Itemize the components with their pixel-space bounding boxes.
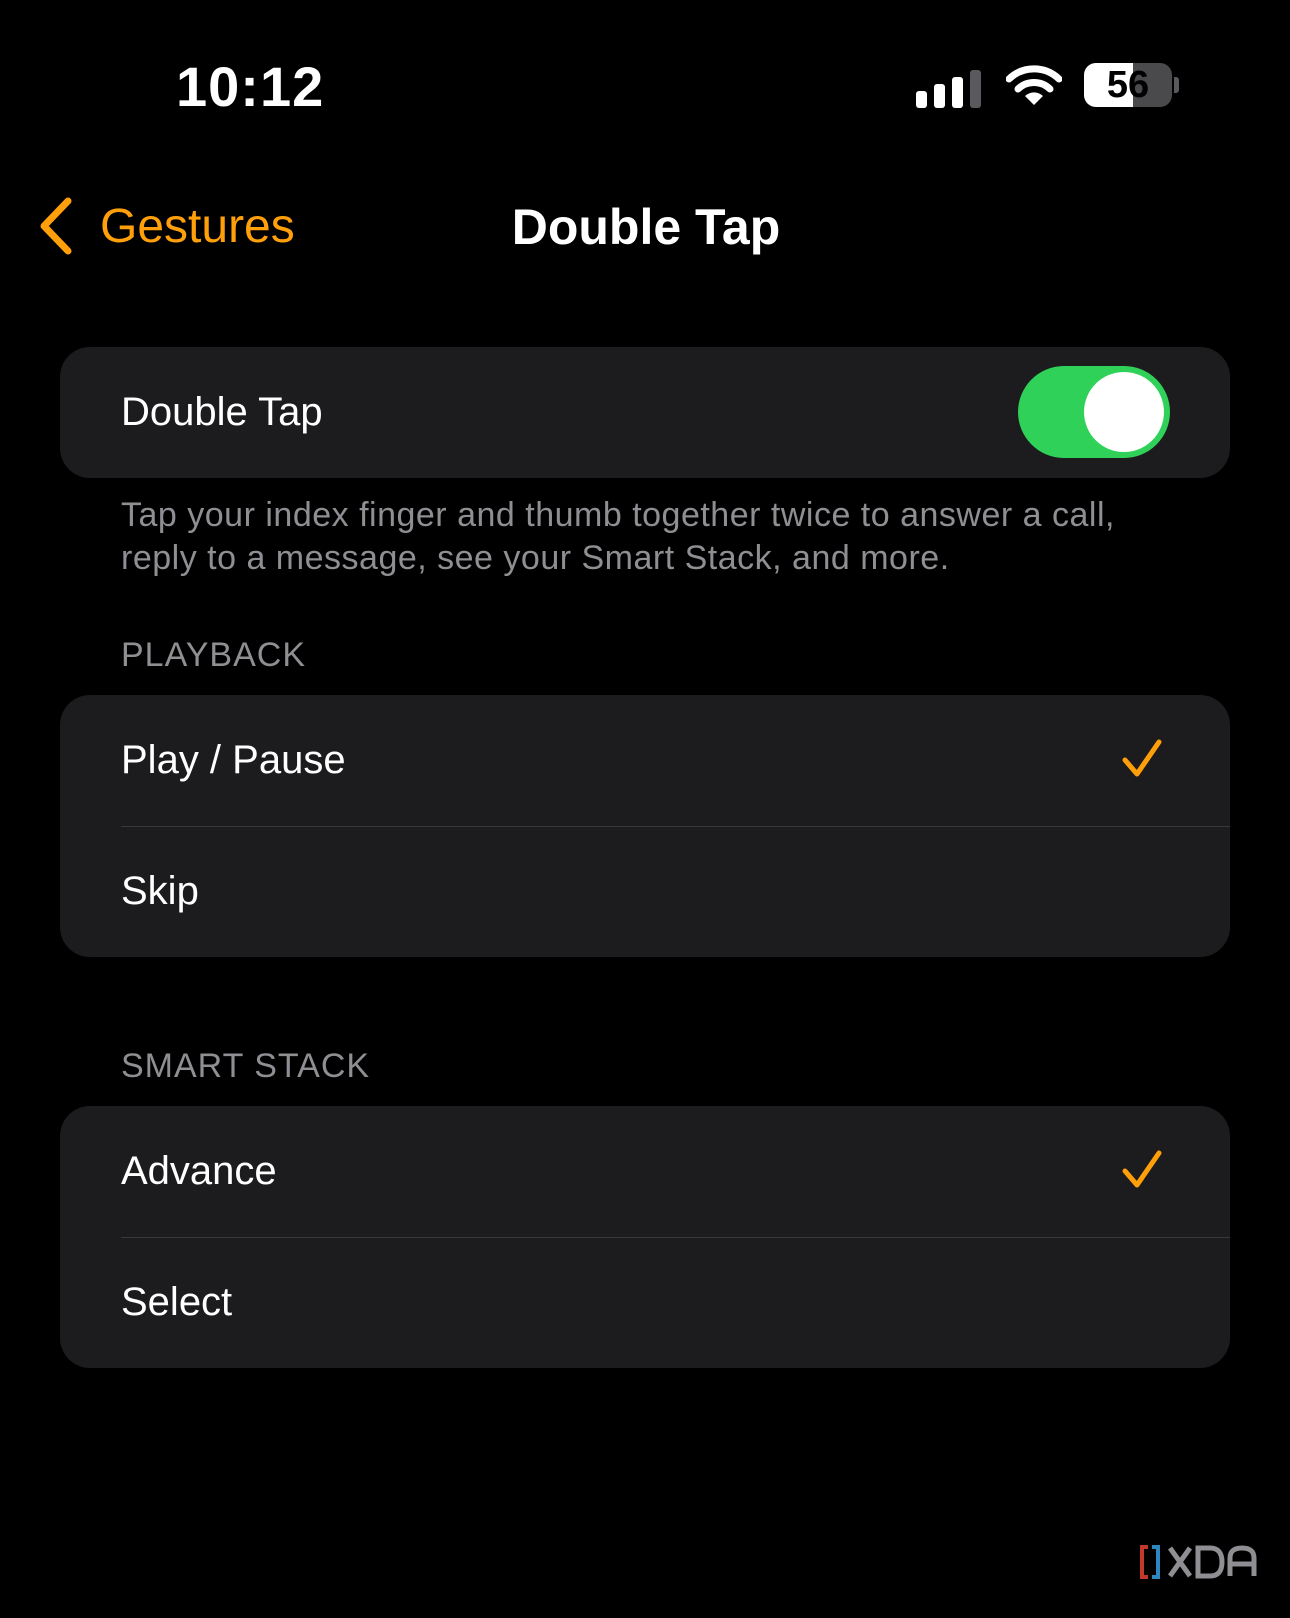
checkmark-icon (1122, 739, 1162, 777)
option-label: Select (121, 1280, 233, 1324)
signal-bar (916, 91, 927, 108)
double-tap-description: Tap your index finger and thumb together… (121, 496, 1115, 577)
double-tap-row: Double Tap (60, 347, 1230, 478)
battery-icon: 56 (1084, 63, 1172, 107)
smart-stack-section-header: SMART STACK (121, 1047, 371, 1085)
option-select[interactable]: Select (60, 1237, 1230, 1368)
smart-stack-group: Advance Select (60, 1106, 1230, 1368)
wifi-icon (1006, 65, 1062, 105)
status-time: 10:12 (176, 55, 325, 118)
playback-section-header: PLAYBACK (121, 636, 307, 674)
xda-watermark-logo (1140, 1545, 1257, 1579)
signal-bar (934, 84, 945, 108)
cellular-signal-icon (916, 70, 982, 108)
option-label: Advance (121, 1149, 277, 1193)
option-skip[interactable]: Skip (60, 826, 1230, 957)
signal-bar (970, 70, 981, 108)
double-tap-toggle[interactable] (1018, 366, 1170, 458)
double-tap-label: Double Tap (121, 390, 323, 434)
page-title: Double Tap (511, 199, 781, 255)
playback-group: Play / Pause Skip (60, 695, 1230, 957)
toggle-knob (1084, 372, 1164, 452)
signal-bar (952, 77, 963, 108)
battery-tip (1174, 77, 1179, 93)
double-tap-group: Double Tap (60, 347, 1230, 478)
option-label: Skip (121, 869, 199, 913)
option-advance[interactable]: Advance (60, 1106, 1230, 1237)
option-label: Play / Pause (121, 738, 346, 782)
checkmark-icon (1122, 1150, 1162, 1188)
battery-percent: 56 (1106, 64, 1150, 106)
option-play-pause[interactable]: Play / Pause (60, 695, 1230, 826)
